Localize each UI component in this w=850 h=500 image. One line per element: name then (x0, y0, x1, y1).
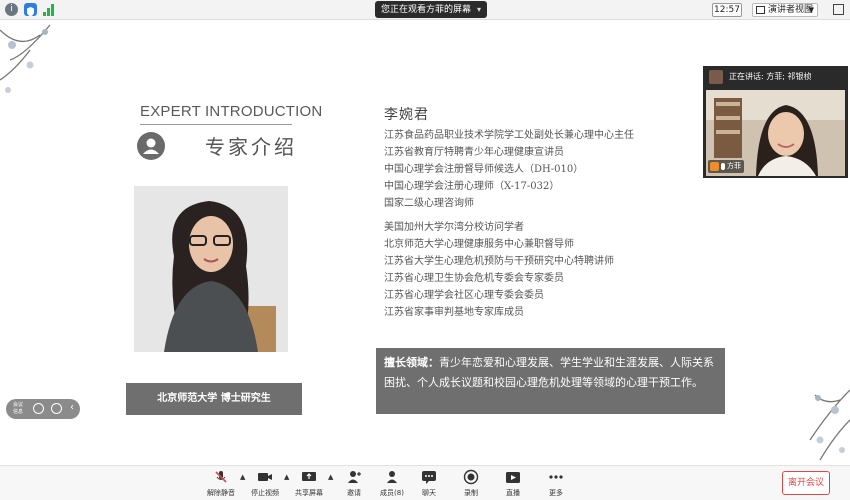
expert-heading-en: EXPERT INTRODUCTION (140, 103, 323, 120)
chat-icon (421, 469, 437, 485)
expert-photo (134, 186, 288, 352)
expertise-box: 擅长领域：青少年恋爱和心理发展、学生学业和生涯发展、人际关系困扰、个人成长议题和… (376, 348, 725, 414)
meeting-info-button[interactable]: 会议 信息 (11, 402, 25, 416)
chevron-down-icon: ▼ (808, 6, 814, 14)
view-mode-label: 演讲者视图 (768, 5, 814, 15)
stop-video-label: 停止视频 (251, 489, 279, 497)
decorative-branch-bottom-right (809, 389, 850, 461)
chat-button[interactable]: 聊天 (406, 468, 452, 500)
signal-icon[interactable] (42, 3, 55, 16)
dropdown-caret-icon: ▾ (477, 5, 482, 14)
meeting-window: i 您正在观看方菲的屏幕 ▾ 12:57 演讲者视图 ▼ EXPERT INTR… (0, 0, 850, 500)
bio-line: 江苏食品药品职业技术学院学工处副处长兼心理中心主任 (384, 130, 634, 141)
view-mode-button[interactable]: 演讲者视图 ▼ (752, 3, 818, 17)
fullscreen-icon[interactable] (833, 4, 844, 15)
bio-line: 江苏省家事审判基地专家库成员 (384, 307, 524, 318)
expert-name: 李婉君 (384, 107, 429, 123)
record-button[interactable]: 录制 (448, 468, 494, 500)
mic-muted-icon (213, 469, 229, 485)
expertise-label: 擅长领域： (384, 356, 439, 369)
chat-label: 聊天 (422, 489, 436, 497)
bio-line: 中国心理学会注册督导师候选人（DH-010） (384, 164, 584, 175)
user-avatar-icon (710, 161, 719, 171)
decorative-branch-top-left (0, 24, 51, 93)
mic-icon (721, 162, 725, 170)
stop-video-button[interactable]: 停止视频 (242, 468, 288, 500)
unmute-button[interactable]: 解除静音 (198, 468, 244, 500)
live-label: 直播 (506, 489, 520, 497)
add-person-icon (346, 469, 362, 485)
live-icon (505, 469, 521, 485)
speaker-avatar (709, 70, 723, 84)
bio-line: 国家二级心理咨询师 (384, 198, 474, 209)
top-bar: i 您正在观看方菲的屏幕 ▾ 12:57 演讲者视图 ▼ (0, 0, 850, 20)
bio-line: 美国加州大学尔湾分校访问学者 (384, 222, 524, 233)
person-icon (137, 132, 165, 160)
record-icon (463, 469, 479, 485)
bio-line: 江苏省教育厅特聘青少年心理健康宣讲员 (384, 147, 564, 158)
more-label: 更多 (549, 489, 563, 497)
speaker-video[interactable]: 方菲 (706, 90, 845, 176)
speaker-label: 正在讲话: 方菲; 祁银桢 (729, 72, 812, 81)
speaker-name: 方菲 (727, 162, 741, 170)
chevron-left-icon[interactable]: ‹ (70, 402, 74, 413)
more-icon (548, 469, 564, 485)
speaker-header: 正在讲话: 方菲; 祁银桢 (703, 66, 848, 88)
annotate-icon[interactable] (51, 403, 62, 414)
bio-line: 江苏省心理卫生协会危机专委会专家委员 (384, 273, 564, 284)
more-button[interactable]: 更多 (533, 468, 579, 500)
bio-line: 北京师范大学心理健康服务中心兼职督导师 (384, 239, 574, 250)
bio-line: 江苏省心理学会社区心理专委会委员 (384, 290, 544, 301)
info-icon[interactable]: i (5, 3, 18, 16)
share-screen-label: 共享屏幕 (295, 489, 323, 497)
share-screen-icon (301, 469, 317, 485)
active-speaker-panel[interactable]: 正在讲话: 方菲; 祁银桢 方菲 (703, 66, 848, 178)
bio-line: 中国心理学会注册心理师（X-17-032） (384, 181, 560, 192)
viewing-label: 您正在观看方菲的屏幕 (381, 5, 472, 15)
floating-toolbar[interactable]: 会议 信息 ‹ (6, 399, 80, 419)
expert-heading-cn: 专家介绍 (205, 135, 297, 159)
shield-icon[interactable] (24, 3, 37, 17)
viewing-screen-indicator[interactable]: 您正在观看方菲的屏幕 ▾ (375, 1, 488, 18)
speaker-name-tag: 方菲 (708, 160, 744, 173)
share-screen-button[interactable]: 共享屏幕 (286, 468, 332, 500)
live-button[interactable]: 直播 (490, 468, 536, 500)
heading-divider (140, 124, 292, 125)
meeting-clock: 12:57 (712, 3, 742, 17)
meeting-controls: 解除静音 ▲ 停止视频 ▲ 共享屏幕 ▲ 邀请 成员(8) 聊天 录制 直播 更… (0, 465, 850, 500)
grid-view-icon (756, 6, 765, 14)
unmute-label: 解除静音 (207, 489, 235, 497)
bio-line: 江苏省大学生心理危机预防与干预研究中心特聘讲师 (384, 256, 614, 267)
education-caption: 北京师范大学 博士研究生 (126, 383, 302, 415)
leave-meeting-button[interactable]: 离开会议 (782, 471, 830, 495)
emoji-icon[interactable] (33, 403, 44, 414)
members-icon (384, 469, 400, 485)
video-camera-icon (257, 469, 273, 485)
record-label: 录制 (464, 489, 478, 497)
